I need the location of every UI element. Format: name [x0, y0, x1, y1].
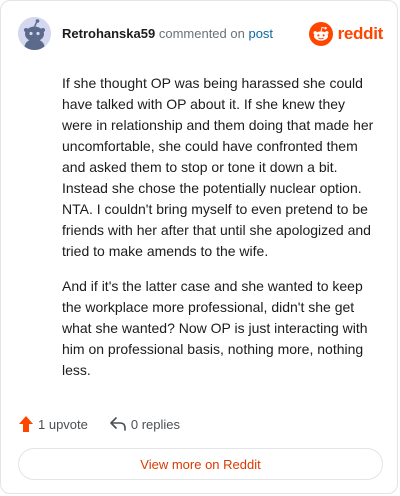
view-more-button[interactable]: View more on Reddit: [18, 448, 383, 480]
snoo-avatar-icon: [18, 17, 51, 50]
reddit-logo-icon: [308, 22, 333, 46]
upvote-arrow-icon: [19, 416, 33, 432]
reply-arrow-icon: [110, 417, 126, 431]
reddit-logo[interactable]: reddit: [308, 20, 384, 48]
comment-paragraph: If she thought OP was being harassed she…: [62, 75, 374, 259]
commented-on-text: commented on: [158, 26, 245, 41]
upvote-button[interactable]: 1 upvote: [19, 416, 88, 432]
comment-paragraph: And if it's the latter case and she want…: [62, 278, 368, 378]
comment-meta: Retrohanska59 commented on post: [62, 26, 273, 42]
comment-actions: 1 upvote 0 replies: [19, 414, 202, 434]
upvote-count: 1 upvote: [38, 416, 88, 432]
username-link[interactable]: Retrohanska59: [62, 26, 155, 41]
comment-embed-card: Retrohanska59 commented on post reddit I…: [0, 0, 398, 494]
comment-header: Retrohanska59 commented on post reddit: [18, 17, 383, 51]
post-link[interactable]: post: [248, 26, 273, 41]
comment-body: If she thought OP was being harassed she…: [62, 73, 378, 395]
avatar[interactable]: [18, 17, 51, 50]
reddit-wordmark: reddit: [337, 24, 384, 43]
replies-button[interactable]: 0 replies: [110, 417, 180, 432]
replies-count: 0 replies: [130, 416, 181, 432]
